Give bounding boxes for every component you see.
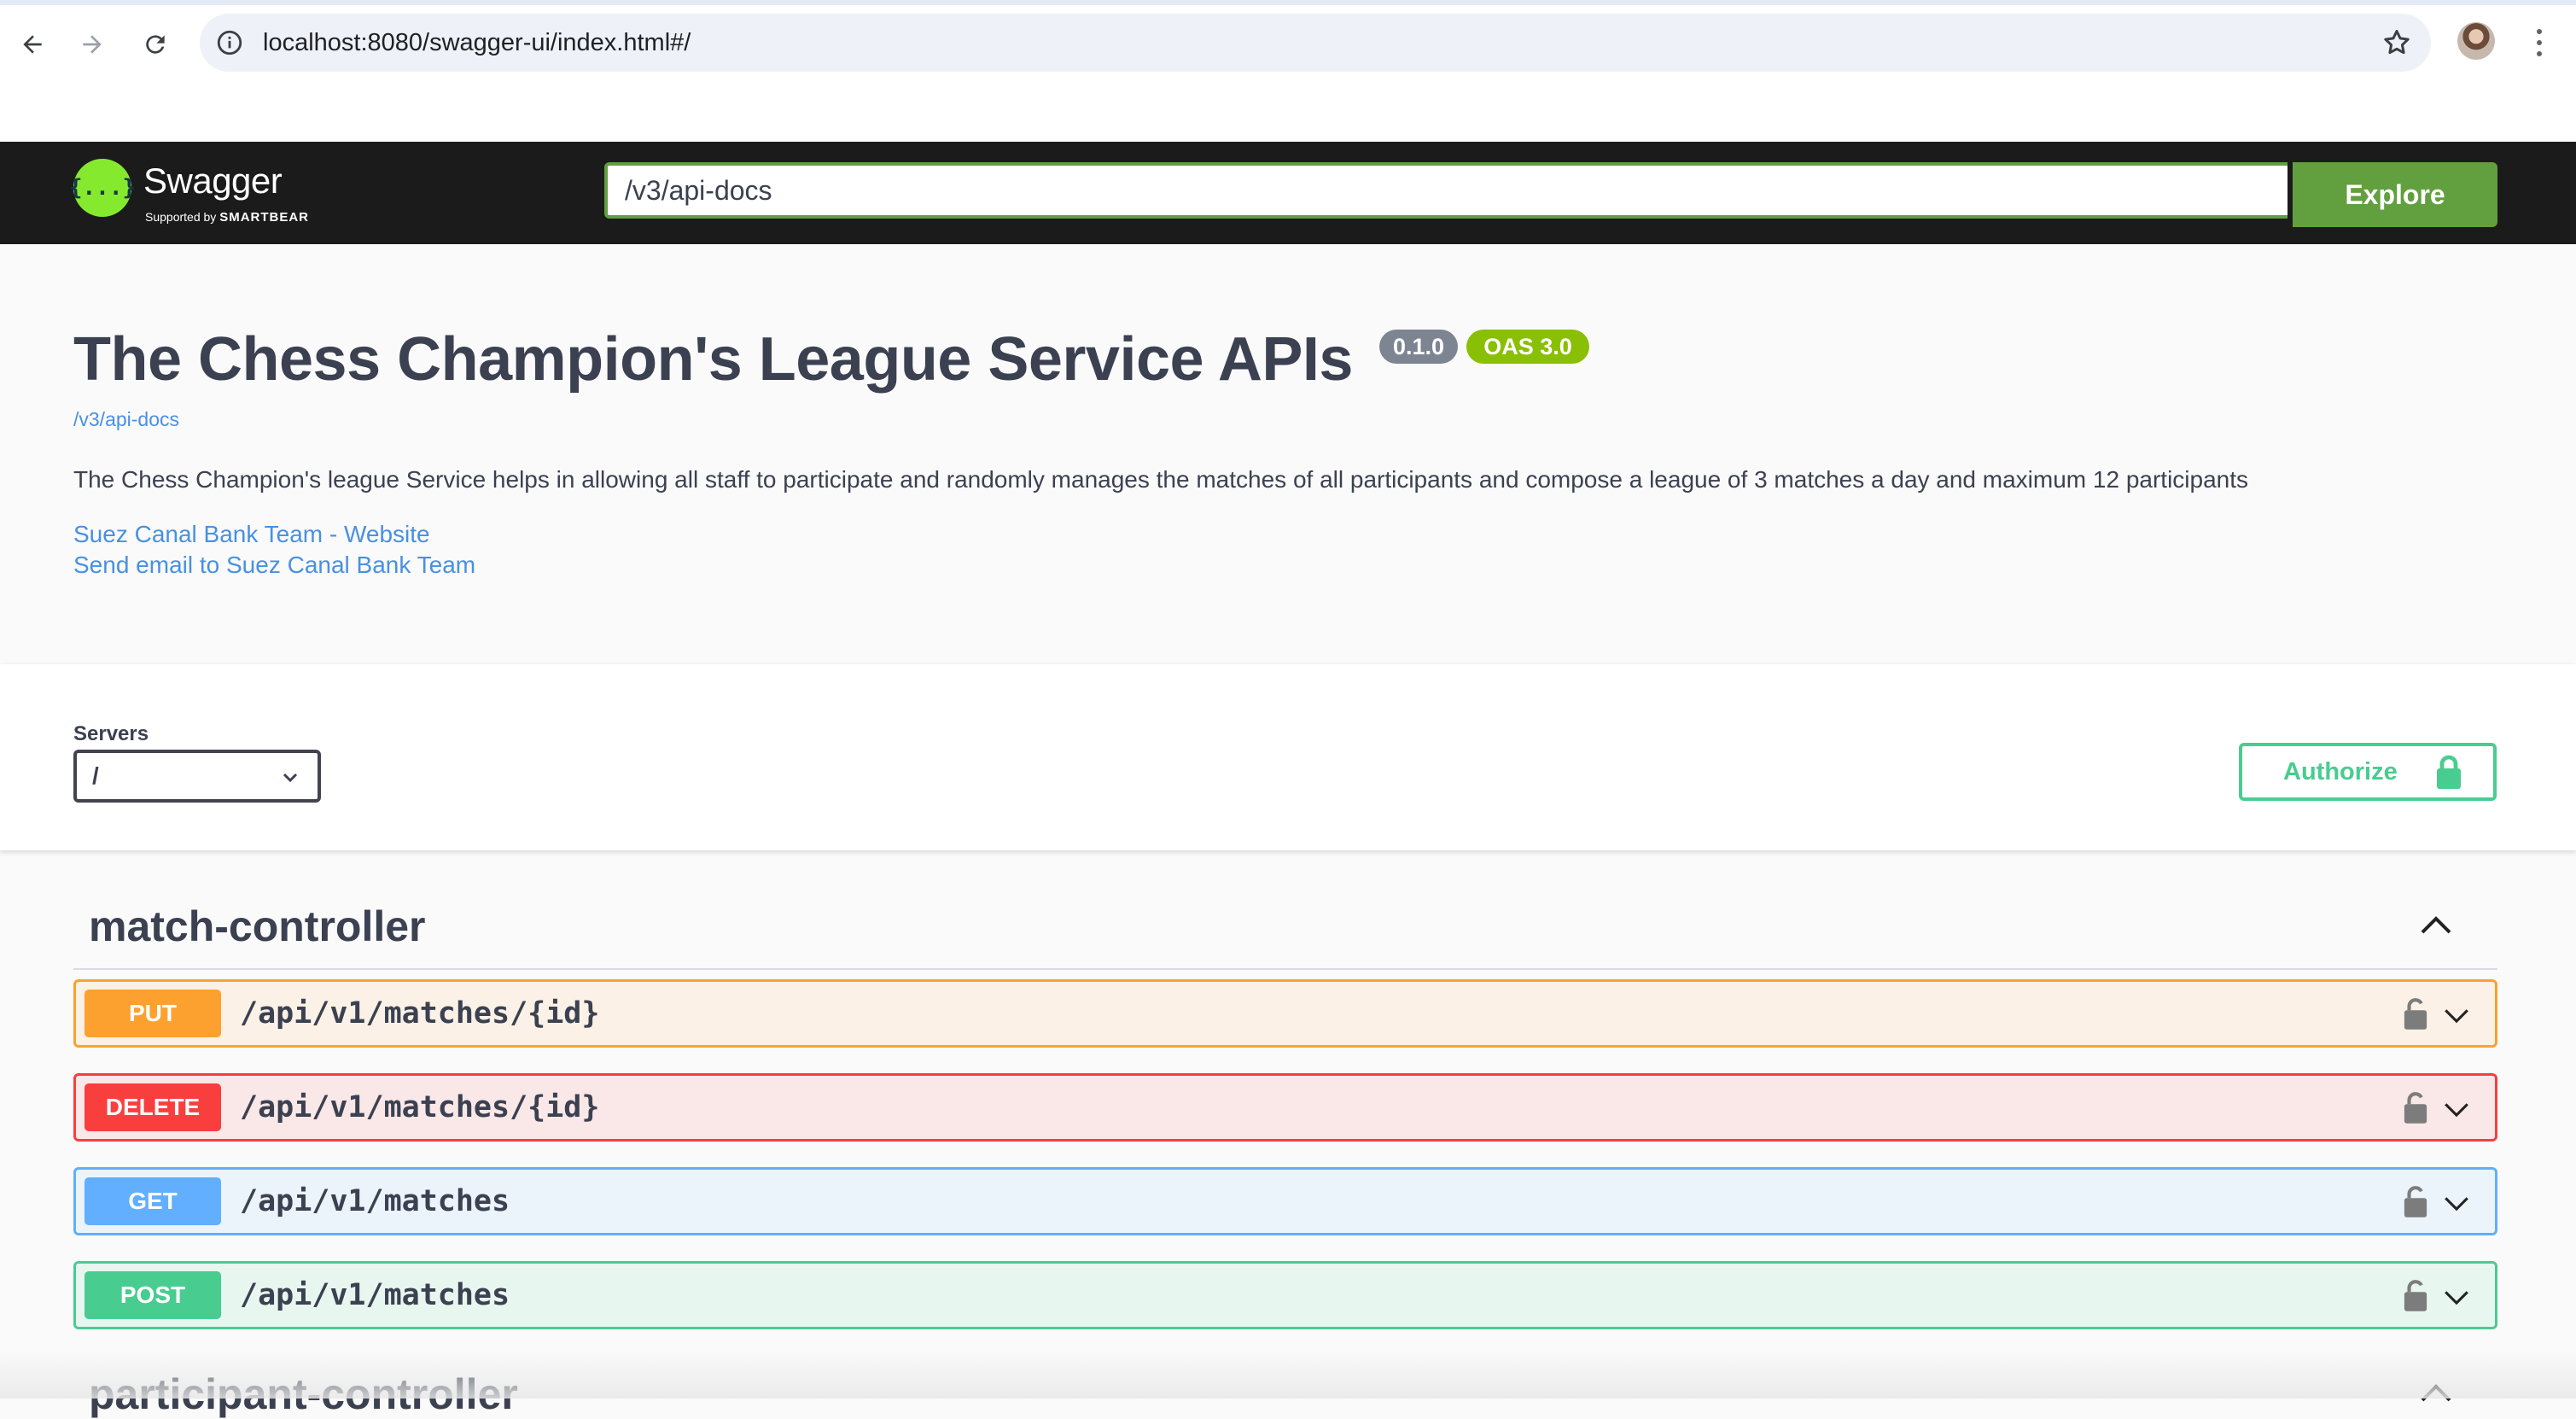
chevron-down-icon[interactable] [2442,1001,2471,1030]
operation-path: /api/v1/matches/{id} [240,1090,600,1124]
reload-icon [146,35,165,54]
tag-match-controller[interactable]: match-controller [89,902,426,951]
site-info-icon[interactable] [215,28,244,57]
method-badge: GET [85,1177,221,1225]
smartbear-brand: SMARTBEAR [219,210,310,225]
oas-badge: OAS 3.0 [1466,330,1589,364]
chevron-up-icon[interactable] [2416,905,2457,946]
operation-path: /api/v1/matches/{id} [240,996,600,1031]
explore-button[interactable]: Explore [2293,162,2497,227]
supported-by-text: Supported by [145,210,217,224]
swagger-logo-icon[interactable]: {...} [69,159,136,217]
tab-strip [0,0,2576,5]
lock-icon[interactable] [2403,1185,2428,1218]
api-title: The Chess Champion's League Service APIs [73,325,1353,394]
browser-chrome: localhost:8080/swagger-ui/index.html#/ [0,0,2576,142]
swagger-topbar: {...} Swagger Supported by SMARTBEAR Exp… [0,142,2576,244]
bookmark-star-icon[interactable] [2381,27,2412,58]
lock-icon[interactable] [2403,1279,2428,1311]
forward-arrow-icon [83,35,102,54]
authorize-button[interactable]: Authorize [2239,743,2497,801]
method-badge: POST [85,1271,221,1319]
operation-delete-matches-id[interactable]: DELETE /api/v1/matches/{id} [73,1073,2497,1142]
operation-get-matches[interactable]: GET /api/v1/matches [73,1167,2497,1235]
swagger-logo-text[interactable]: Swagger [143,161,283,201]
lock-icon [2437,755,2461,789]
scheme-container: Servers / Authorize [0,664,2576,850]
browser-menu-icon[interactable] [2526,26,2552,60]
servers-select[interactable]: / [73,750,321,803]
spec-url-input[interactable] [604,162,2288,219]
scroll-fade [0,1349,2576,1399]
servers-selected-value: / [92,762,99,789]
chevron-down-icon[interactable] [2442,1282,2471,1311]
address-bar[interactable]: localhost:8080/swagger-ui/index.html#/ [200,14,2431,72]
back-arrow-icon [23,35,42,54]
back-button[interactable] [14,26,51,63]
reload-button[interactable] [137,26,174,63]
chevron-down-icon[interactable] [2442,1095,2471,1124]
method-badge: PUT [85,990,221,1037]
chevron-down-icon [283,773,298,783]
forward-button[interactable] [73,26,111,63]
lock-icon[interactable] [2403,997,2428,1030]
version-badge: 0.1.0 [1379,330,1458,364]
chevron-down-icon[interactable] [2442,1188,2471,1218]
operation-path: /api/v1/matches [240,1278,510,1312]
team-email-link[interactable]: Send email to Suez Canal Bank Team [73,552,475,579]
method-badge: DELETE [85,1083,221,1131]
url-text[interactable]: localhost:8080/swagger-ui/index.html#/ [263,14,691,72]
api-description: The Chess Champion's league Service help… [73,466,2249,493]
profile-avatar[interactable] [2457,22,2495,60]
spec-link[interactable]: /v3/api-docs [73,408,179,431]
operation-post-matches[interactable]: POST /api/v1/matches [73,1261,2497,1329]
operation-path: /api/v1/matches [240,1184,510,1218]
lock-icon[interactable] [2403,1091,2428,1124]
smartbear-tagline: Supported by SMARTBEAR [145,210,309,225]
operation-put-matches-id[interactable]: PUT /api/v1/matches/{id} [73,979,2497,1048]
servers-label: Servers [73,722,149,745]
team-website-link[interactable]: Suez Canal Bank Team - Website [73,521,430,548]
tag-divider [73,968,2497,970]
authorize-label: Authorize [2283,758,2398,785]
